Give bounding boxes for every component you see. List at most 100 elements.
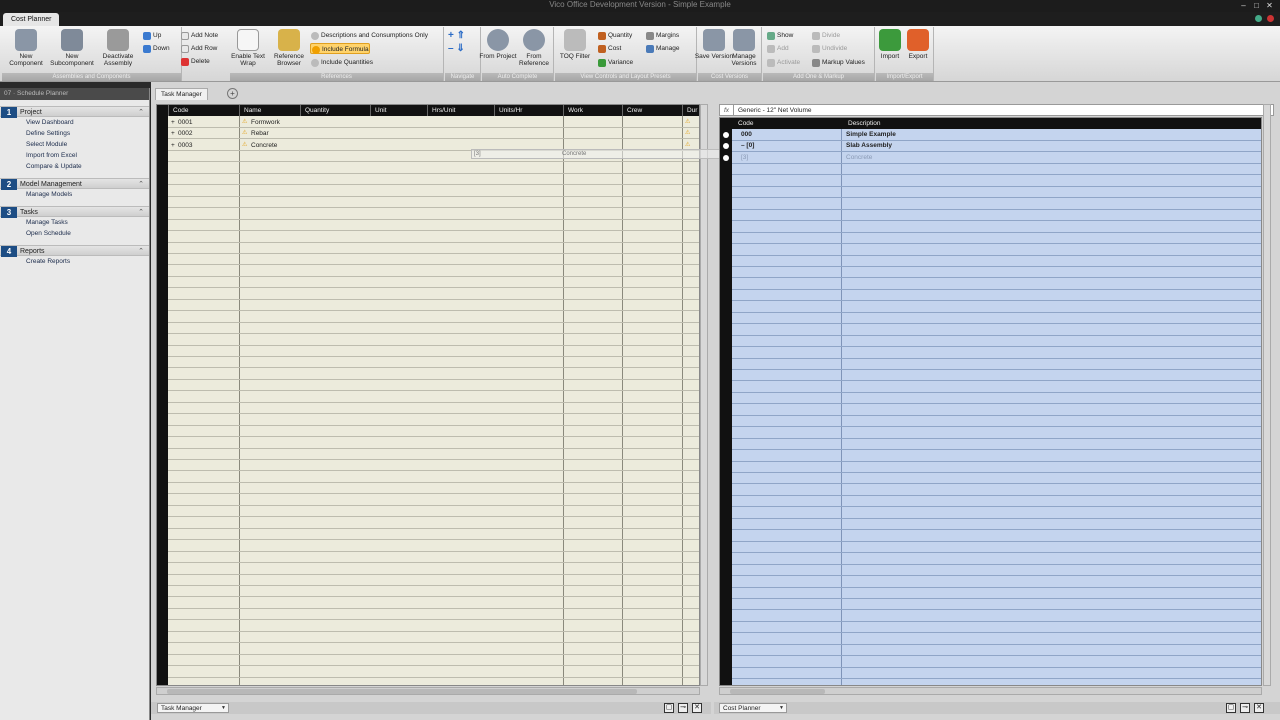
left-vertical-scrollbar[interactable]	[700, 104, 708, 686]
cell-name[interactable]: Formwork	[251, 117, 280, 128]
close-panel-icon[interactable]: ✕	[692, 703, 702, 713]
include-quantities-option[interactable]: Include Quantities	[310, 57, 373, 68]
column-header[interactable]: Code	[168, 105, 189, 116]
cell-code[interactable]: 0003	[178, 140, 192, 151]
left-view-dropdown[interactable]: Task Manager ▼	[157, 703, 229, 713]
sidebar-section-header[interactable]: 2 Model Management ⌃	[0, 178, 149, 190]
column-header-description[interactable]: Description	[844, 118, 881, 129]
table-row[interactable]: [3] Concrete	[732, 152, 1261, 163]
column-header[interactable]: Hrs/Unit	[427, 105, 455, 116]
manage-versions-button[interactable]: Manage Versions	[722, 29, 766, 73]
cell-code[interactable]: 0002	[178, 128, 192, 139]
deactivate-assembly-button[interactable]: Deactivate Assembly	[96, 29, 140, 73]
collapse-icon[interactable]: ⌃	[138, 179, 144, 190]
column-header[interactable]: Crew	[622, 105, 642, 116]
expand-icon[interactable]: +	[171, 140, 175, 151]
descriptions-only-option[interactable]: Descriptions and Consumptions Only	[310, 30, 428, 41]
down-button[interactable]: Down	[142, 43, 170, 54]
maximize-icon[interactable]: ▢	[1226, 703, 1236, 713]
sidebar-item[interactable]: Manage Models	[0, 189, 149, 200]
add-tab-icon[interactable]: +	[227, 88, 238, 99]
column-header-code[interactable]: Code	[734, 118, 754, 129]
minus-icon[interactable]: – ⇓	[448, 43, 465, 54]
tab-task-manager[interactable]: Task Manager	[155, 88, 208, 100]
delete-button[interactable]: Delete	[180, 56, 210, 67]
expand-icon[interactable]: +	[171, 128, 175, 139]
from-reference-button[interactable]: From Reference	[512, 29, 556, 73]
variance-button[interactable]: Variance	[597, 57, 633, 68]
export-button[interactable]: Export	[896, 29, 940, 73]
new-subcomponent-button[interactable]: New Subcomponent	[50, 29, 94, 73]
collapse-icon[interactable]: ⌃	[138, 207, 144, 218]
sidebar-item[interactable]: Create Reports	[0, 256, 149, 267]
markup-values-button[interactable]: Markup Values	[811, 57, 865, 68]
expand-collapse-buttons[interactable]: + ⇑	[448, 30, 478, 41]
table-row[interactable]: +0002 ⚠ Rebar ⚠	[168, 128, 698, 139]
cell-name[interactable]: Rebar	[251, 128, 269, 139]
cell-description[interactable]: Concrete	[846, 152, 872, 163]
sidebar-item[interactable]: Manage Tasks	[0, 217, 149, 228]
cell-description[interactable]: Slab Assembly	[846, 140, 892, 151]
close-panel-icon[interactable]: ✕	[1254, 703, 1264, 713]
column-header[interactable]: Unit	[370, 105, 387, 116]
margins-button[interactable]: Margins	[645, 30, 679, 41]
enable-text-wrap-button[interactable]: Enable Text Wrap	[226, 29, 270, 73]
collapse-buttons[interactable]: – ⇓	[448, 43, 478, 54]
column-header[interactable]: Work	[563, 105, 583, 116]
left-horizontal-scrollbar[interactable]	[156, 687, 700, 695]
pin-icon[interactable]: ⊸	[678, 703, 688, 713]
plus-icon[interactable]: + ⇑	[448, 30, 465, 41]
maximize-icon[interactable]: ▢	[664, 703, 674, 713]
minimize-icon[interactable]: –	[1239, 1, 1248, 10]
restore-icon[interactable]: □	[1252, 1, 1261, 10]
quantity-button[interactable]: Quantity	[597, 30, 632, 41]
pin-icon[interactable]: ⊸	[1240, 703, 1250, 713]
sidebar-section-header[interactable]: 3 Tasks ⌃	[0, 206, 149, 218]
divide-button[interactable]: Divide	[811, 30, 840, 41]
sidebar-item[interactable]: Compare & Update	[0, 161, 149, 172]
close-app-icon[interactable]	[1267, 15, 1274, 22]
add-note-button[interactable]: Add Note	[180, 30, 218, 41]
close-icon[interactable]: ✕	[1265, 1, 1274, 10]
sidebar-item[interactable]: Open Schedule	[0, 228, 149, 239]
sidebar-item[interactable]: Import from Excel	[0, 150, 149, 161]
cell-code[interactable]: 0001	[178, 117, 192, 128]
right-horizontal-scrollbar[interactable]	[719, 687, 1262, 695]
cost-button[interactable]: Cost	[597, 43, 621, 54]
tab-cost-planner[interactable]: Cost Planner	[3, 13, 60, 26]
new-component-button[interactable]: New Component	[4, 29, 48, 73]
expand-icon[interactable]: +	[171, 117, 175, 128]
scroll-thumb[interactable]	[730, 689, 825, 694]
activate-button[interactable]: Activate	[766, 57, 800, 68]
collapse-icon[interactable]: ⌃	[138, 107, 144, 118]
collapse-icon[interactable]: ⌃	[138, 246, 144, 257]
cell-code[interactable]: – [0]	[741, 140, 754, 151]
table-row[interactable]: +0001 ⚠ Formwork ⚠	[168, 117, 698, 128]
undivide-button[interactable]: Undivide	[811, 43, 847, 54]
sidebar-section-header[interactable]: 1 Project ⌃	[0, 106, 149, 118]
right-vertical-scrollbar[interactable]	[1263, 104, 1271, 686]
manage-button[interactable]: Manage	[645, 43, 680, 54]
column-header[interactable]: Name	[239, 105, 261, 116]
column-header[interactable]: Dur	[682, 105, 697, 116]
table-row[interactable]: 000 Simple Example	[732, 129, 1261, 140]
up-button[interactable]: Up	[142, 30, 161, 41]
cell-code[interactable]: [3]	[741, 152, 748, 163]
cell-name[interactable]: Concrete	[251, 140, 277, 151]
cell-description[interactable]: Simple Example	[846, 129, 896, 140]
sidebar-item[interactable]: View Dashboard	[0, 117, 149, 128]
add-button[interactable]: Add	[766, 43, 789, 54]
column-header[interactable]: Units/Hr	[494, 105, 522, 116]
add-row-button[interactable]: Add Row	[180, 43, 217, 54]
scroll-thumb[interactable]	[167, 689, 637, 694]
help-icon[interactable]	[1255, 15, 1262, 22]
cell-code[interactable]: 000	[741, 129, 752, 140]
sidebar-item[interactable]: Select Module	[0, 139, 149, 150]
show-button[interactable]: Show	[766, 30, 793, 41]
formula-bar[interactable]: fx Generic - 12" Net Volume	[719, 104, 1274, 116]
reference-browser-button[interactable]: Reference Browser	[267, 29, 311, 73]
sidebar-section-header[interactable]: 4 Reports ⌃	[0, 245, 149, 257]
column-header[interactable]: Quantity	[300, 105, 329, 116]
sidebar-item[interactable]: Define Settings	[0, 128, 149, 139]
table-row[interactable]: – [0] Slab Assembly	[732, 140, 1261, 151]
